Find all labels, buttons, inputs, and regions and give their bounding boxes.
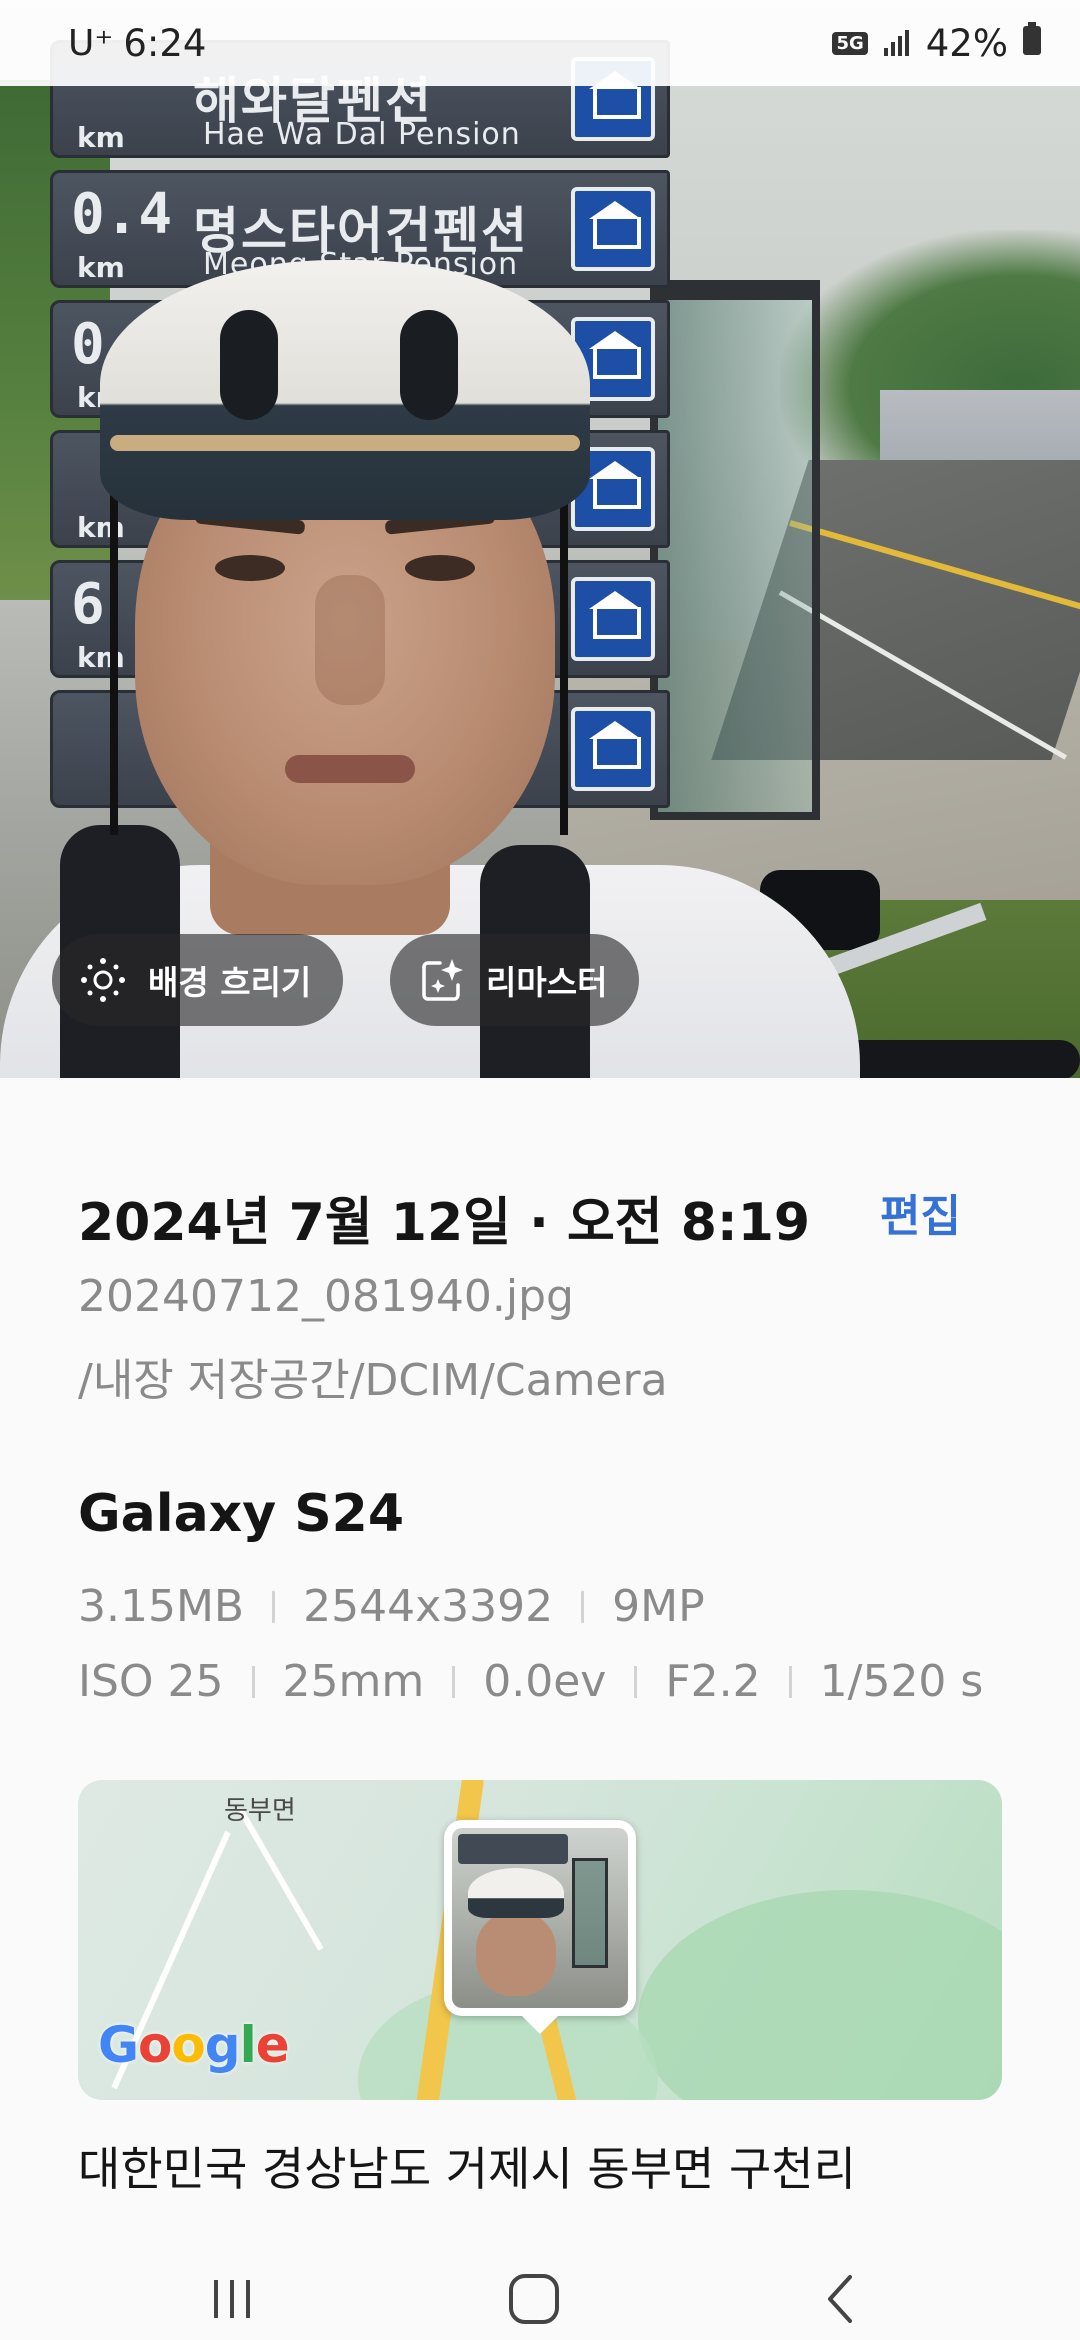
blur-icon [76, 953, 130, 1007]
clock: 6:24 [123, 21, 207, 65]
divider [581, 1590, 585, 1623]
helmet [100, 260, 590, 520]
thumb-sign [458, 1834, 568, 1864]
remaster-button[interactable]: 리마스터 [390, 934, 640, 1026]
helmet-vent [220, 310, 278, 420]
background-blur-label: 배경 흐리기 [148, 963, 312, 1002]
helmet-strap [110, 495, 118, 835]
eye [405, 555, 475, 581]
helmet-band [110, 435, 580, 451]
divider [272, 1590, 276, 1623]
bus-shelter [650, 280, 820, 820]
sign-subtitle: Hae Wa Dal Pension [203, 117, 521, 152]
thumb-shelter [572, 1858, 608, 1968]
photo-viewer[interactable]: km 해와달펜션 Hae Wa Dal Pension 0.4 km 명스타어건… [0, 0, 1080, 1078]
eye [215, 555, 285, 581]
remaster-label: 리마스터 [486, 963, 608, 1002]
signal-icon [882, 22, 912, 65]
megapixels: 9MP [612, 1581, 705, 1632]
carrier-label: U⁺ [68, 22, 114, 64]
map-place-label: 동부면 [224, 1796, 296, 1826]
divider [452, 1665, 456, 1698]
file-name: 20240712_081940.jpg [78, 1271, 574, 1322]
focal-length: 25mm [282, 1656, 425, 1707]
divider [251, 1665, 255, 1698]
home-icon [509, 2274, 559, 2324]
iso: ISO 25 [78, 1656, 224, 1707]
location-address: 대한민국 경상남도 거제시 동부면 구천리 [78, 2142, 856, 2196]
resolution: 2544x3392 [303, 1581, 554, 1632]
status-right: 5G 42% [832, 21, 1042, 65]
aperture: F2.2 [665, 1656, 761, 1707]
map-road [238, 1809, 324, 1951]
sign-distance: 0.4 [71, 182, 173, 247]
mouth [285, 755, 415, 783]
recents-icon [214, 2280, 250, 2318]
remaster-icon [414, 953, 468, 1007]
divider [788, 1665, 792, 1698]
date-time: 2024년 7월 12일 · 오전 8:19 [78, 1193, 811, 1253]
exposure-value: 0.0ev [483, 1656, 607, 1707]
sign-unit: km [77, 121, 125, 154]
details-panel: 2024년 7월 12일 · 오전 8:19 편집 20240712_08194… [0, 1078, 1080, 2258]
map-photo-pin[interactable] [444, 1820, 636, 2034]
map-area [638, 1890, 1002, 2100]
shutter-speed: 1/520 s [819, 1656, 984, 1707]
thumb-face [476, 1912, 556, 1996]
file-specs: 3.15MB 2544x3392 9MP [78, 1581, 705, 1632]
back-icon [828, 2275, 852, 2323]
location-map[interactable]: 동부면 Google [78, 1780, 1002, 2100]
edit-button[interactable]: 편집 [880, 1180, 961, 1244]
home-button[interactable] [474, 2258, 594, 2340]
status-left: U⁺ 6:24 [68, 22, 206, 65]
helmet-vent [400, 310, 458, 420]
battery-icon [1022, 21, 1042, 65]
background-blur-button[interactable]: 배경 흐리기 [52, 934, 344, 1026]
battery-percent: 42% [925, 21, 1008, 65]
recents-button[interactable] [172, 2258, 292, 2340]
nose [315, 575, 385, 705]
google-logo: Google [98, 2016, 290, 2074]
file-path: /내장 저장공간/DCIM/Camera [78, 1355, 668, 1406]
camera-specs: ISO 25 25mm 0.0ev F2.2 1/520 s [78, 1656, 983, 1707]
photo-thumbnail [452, 1828, 628, 2008]
network-5g-icon: 5G [832, 31, 868, 55]
helmet-strap [560, 495, 568, 835]
file-size: 3.15MB [78, 1581, 245, 1632]
navigation-bar [0, 2258, 1080, 2340]
thumb-helmet [468, 1868, 564, 1918]
back-button[interactable] [780, 2258, 900, 2340]
divider [634, 1665, 638, 1698]
device-name: Galaxy S24 [78, 1484, 405, 1544]
status-bar: U⁺ 6:24 5G 42% [0, 0, 1080, 86]
pension-icon [571, 187, 655, 271]
